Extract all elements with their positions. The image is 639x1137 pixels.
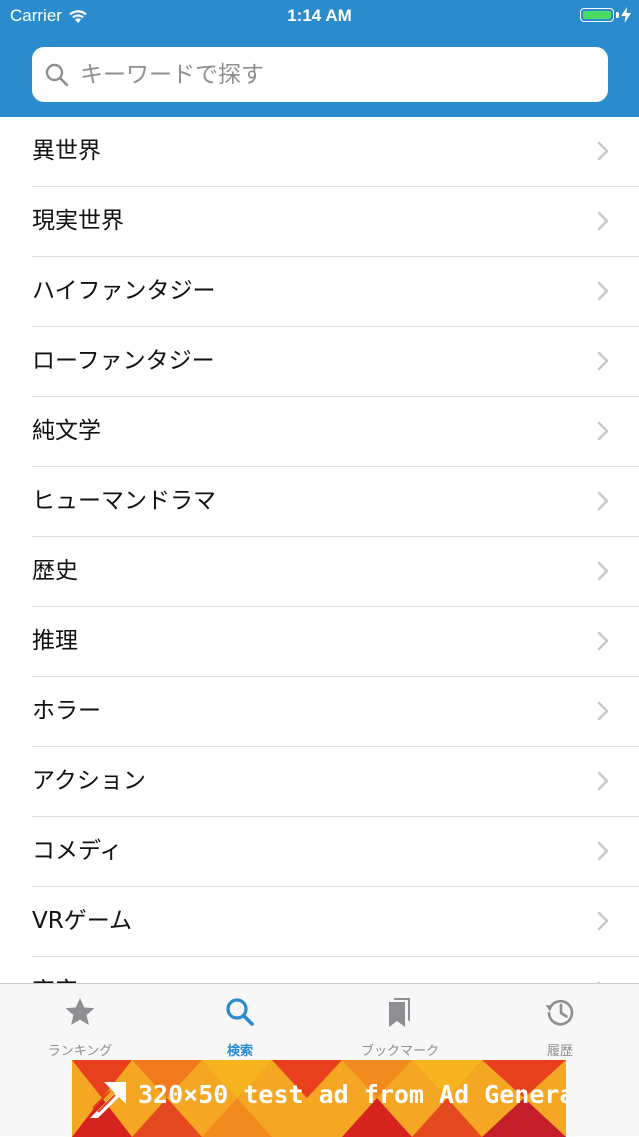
category-label: ホラー: [32, 698, 101, 724]
ad-text: 320×50 test ad from Ad Generation: [138, 1080, 566, 1109]
category-label: 現実世界: [32, 208, 124, 234]
chevron-right-icon: [597, 281, 609, 301]
category-row[interactable]: ローファンタジー: [32, 327, 639, 397]
status-time: 1:14 AM: [287, 6, 352, 25]
category-list: 異世界 現実世界 ハイファンタジー ローファンタジー 純文学 ヒューマンドラマ …: [0, 117, 639, 983]
category-label: 純文学: [32, 418, 101, 444]
status-bar: Carrier 1:14 AM: [0, 0, 639, 34]
tab-label: ブックマーク: [360, 1044, 439, 1059]
tab-history[interactable]: 履歴: [480, 984, 639, 1059]
category-row[interactable]: 異世界: [32, 117, 639, 187]
category-row[interactable]: VRゲーム: [32, 887, 639, 957]
category-label: 推理: [32, 628, 78, 654]
category-row[interactable]: ハイファンタジー: [32, 257, 639, 327]
ad-banner[interactable]: 320×50 test ad from Ad Generation: [72, 1060, 566, 1137]
search-icon: [226, 998, 254, 1026]
header-bar: Carrier 1:14 AM: [0, 0, 639, 117]
chevron-right-icon: [597, 701, 609, 721]
tab-label: ランキング: [47, 1044, 113, 1059]
category-row[interactable]: 推理: [32, 607, 639, 677]
chevron-right-icon: [597, 841, 609, 861]
tab-search[interactable]: 検索: [160, 984, 320, 1059]
chevron-right-icon: [597, 491, 609, 511]
history-icon: [545, 999, 574, 1026]
category-label: 宇宙: [32, 957, 78, 983]
star-icon: [65, 998, 95, 1025]
search-icon: [45, 63, 69, 86]
category-label: 歴史: [32, 558, 78, 584]
category-label: 異世界: [32, 138, 101, 164]
battery-indicator: [580, 7, 631, 23]
category-label: アクション: [32, 768, 146, 794]
chevron-right-icon: [597, 421, 609, 441]
tab-bookmark[interactable]: ブックマーク: [320, 984, 480, 1059]
category-label: ローファンタジー: [32, 348, 215, 374]
tab-bar: ランキング 検索 ブックマーク 履歴 320×50 test ad from A…: [0, 983, 639, 1137]
category-row[interactable]: 純文学: [32, 397, 639, 467]
chevron-right-icon: [597, 351, 609, 371]
category-row[interactable]: コメディ: [32, 817, 639, 887]
chevron-right-icon: [597, 771, 609, 791]
chevron-right-icon: [597, 911, 609, 931]
search-bar[interactable]: [32, 47, 608, 102]
category-label: ハイファンタジー: [32, 278, 216, 304]
chevron-right-icon: [597, 631, 609, 651]
ad-generation-logo-icon: [90, 1082, 126, 1118]
tab-label: 履歴: [546, 1044, 573, 1059]
tab-label: 検索: [226, 1044, 253, 1059]
bookmark-icon: [389, 998, 410, 1027]
category-row[interactable]: 歴史: [32, 537, 639, 607]
category-label: コメディ: [32, 838, 123, 864]
category-label: ヒューマンドラマ: [32, 488, 216, 514]
category-row[interactable]: 宇宙: [32, 957, 639, 983]
category-row[interactable]: ホラー: [32, 677, 639, 747]
category-row[interactable]: アクション: [32, 747, 639, 817]
chevron-right-icon: [597, 211, 609, 231]
charging-bolt-icon: [621, 7, 631, 23]
chevron-right-icon: [597, 141, 609, 161]
tab-list: ランキング 検索 ブックマーク 履歴: [0, 984, 639, 1059]
category-row[interactable]: 現実世界: [32, 187, 639, 257]
category-label: VRゲーム: [32, 908, 133, 934]
battery-icon: [580, 8, 614, 22]
category-row[interactable]: ヒューマンドラマ: [32, 467, 639, 537]
tab-ranking[interactable]: ランキング: [0, 984, 160, 1059]
chevron-right-icon: [597, 561, 609, 581]
search-input[interactable]: [78, 60, 582, 89]
